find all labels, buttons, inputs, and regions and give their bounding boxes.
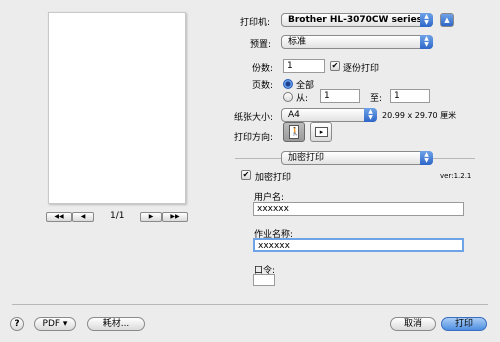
secure-print-label: 加密打印 bbox=[255, 173, 292, 183]
bottom-separator bbox=[12, 304, 488, 305]
printer-label: 打印机: bbox=[240, 18, 271, 28]
panel-value: 加密打印 bbox=[288, 153, 325, 163]
printer-select[interactable]: Brother HL-3070CW series ▲ ▼ bbox=[281, 13, 433, 27]
disclosure-triangle-icon: ▲ bbox=[444, 16, 450, 24]
popup-arrows-icon: ▲ ▼ bbox=[420, 151, 433, 165]
pages-from-input[interactable]: 1 bbox=[320, 89, 360, 103]
next-page-button[interactable]: ▶ bbox=[140, 212, 162, 222]
pages-to-label: 至: bbox=[370, 94, 383, 104]
version-text: ver:1.2.1 bbox=[440, 172, 472, 180]
copies-input[interactable]: 1 bbox=[283, 59, 325, 73]
paper-size-label: 纸张大小: bbox=[234, 113, 274, 123]
supplies-button[interactable]: 耗材... bbox=[87, 317, 145, 331]
paper-size-select[interactable]: A4 ▲ ▼ bbox=[281, 108, 377, 122]
collate-checkbox[interactable]: ✔ bbox=[330, 61, 340, 71]
secure-print-checkbox[interactable]: ✔ bbox=[241, 170, 251, 180]
disclosure-button[interactable]: ▲ bbox=[440, 13, 454, 27]
pages-from-radio[interactable] bbox=[283, 92, 293, 102]
popup-arrows-icon: ▲ ▼ bbox=[420, 35, 433, 49]
first-page-button[interactable]: ◀◀ bbox=[46, 212, 72, 222]
user-name-input[interactable]: xxxxxx bbox=[253, 202, 464, 216]
pages-label: 页数: bbox=[252, 81, 274, 91]
orientation-label: 打印方向: bbox=[234, 133, 274, 143]
landscape-icon: ▸ bbox=[315, 127, 328, 137]
presets-select[interactable]: 标准 ▲ ▼ bbox=[281, 35, 433, 49]
popup-arrows-icon: ▲ ▼ bbox=[420, 13, 433, 27]
popup-arrows-icon: ▲ ▼ bbox=[364, 108, 377, 122]
cancel-button[interactable]: 取消 bbox=[390, 317, 436, 331]
help-button[interactable]: ? bbox=[10, 317, 24, 331]
pages-from-label: 从: bbox=[296, 94, 309, 104]
prev-page-button[interactable]: ◀ bbox=[72, 212, 94, 222]
page-indicator: 1/1 bbox=[110, 211, 125, 221]
pdf-button[interactable]: PDF ▾ bbox=[34, 317, 76, 331]
collate-label: 逐份打印 bbox=[343, 64, 380, 74]
pages-to-input[interactable]: 1 bbox=[390, 89, 430, 103]
panel-select[interactable]: 加密打印 ▲ ▼ bbox=[281, 151, 433, 165]
print-button[interactable]: 打印 bbox=[441, 317, 487, 331]
preview-page bbox=[48, 12, 186, 204]
last-page-button[interactable]: ▶▶ bbox=[162, 212, 188, 222]
job-name-input[interactable]: xxxxxx bbox=[253, 238, 464, 252]
landscape-button[interactable]: ▸ bbox=[310, 122, 332, 142]
paper-dimensions: 20.99 x 29.70 厘米 bbox=[382, 111, 457, 120]
portrait-button[interactable]: 🚶 bbox=[283, 122, 305, 142]
password-input[interactable] bbox=[253, 274, 275, 286]
presets-value: 标准 bbox=[288, 37, 307, 47]
paper-size-value: A4 bbox=[288, 110, 300, 120]
portrait-icon: 🚶 bbox=[289, 125, 300, 139]
pages-all-label: 全部 bbox=[296, 81, 315, 91]
copies-label: 份数: bbox=[252, 64, 274, 74]
pages-all-radio[interactable] bbox=[283, 79, 293, 89]
presets-label: 预置: bbox=[250, 40, 272, 50]
printer-value: Brother HL-3070CW series bbox=[288, 15, 423, 25]
